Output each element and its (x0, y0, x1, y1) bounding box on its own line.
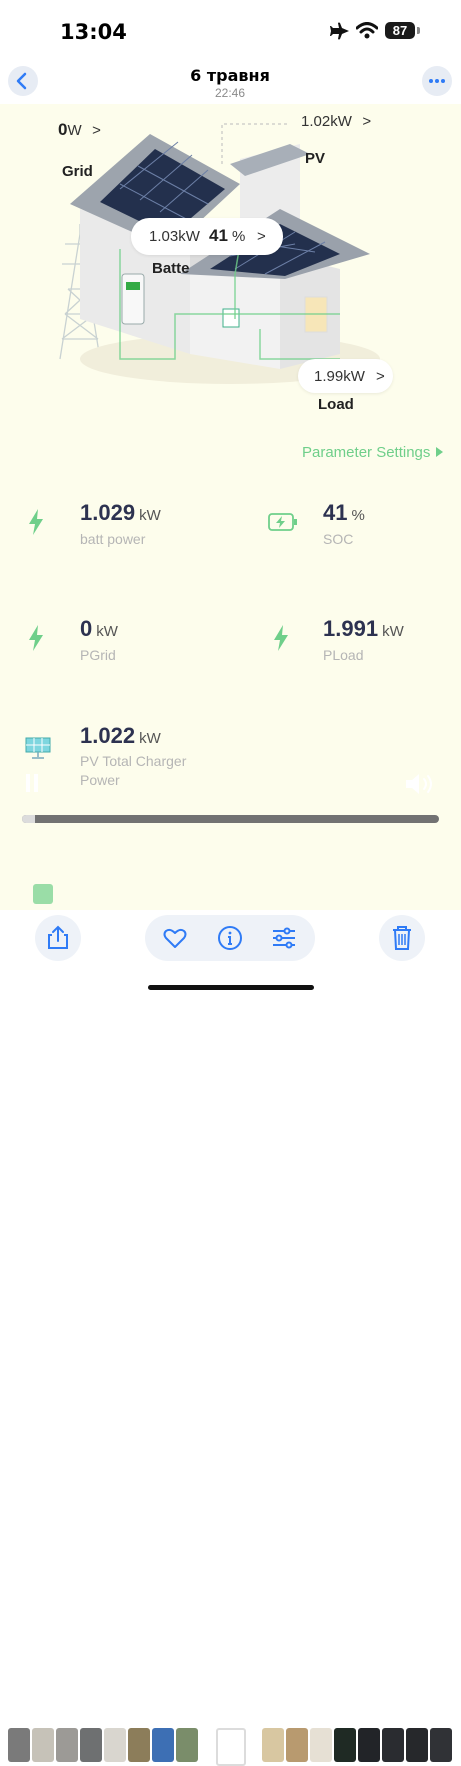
thumbnail[interactable] (56, 1728, 78, 1762)
thumbnail[interactable] (406, 1728, 428, 1762)
thumbnail-strip[interactable] (0, 864, 461, 1766)
load-chevron-icon: > (376, 368, 385, 385)
metric-label: batt power (80, 531, 146, 547)
info-icon[interactable] (217, 925, 243, 951)
lightning-icon (274, 625, 288, 651)
trash-icon (393, 926, 411, 950)
home-indicator (148, 985, 314, 990)
ellipsis-icon (429, 79, 445, 83)
battery-soc-unit: % (232, 228, 246, 245)
thumbnail[interactable] (286, 1728, 308, 1762)
thumbnail[interactable] (152, 1728, 174, 1762)
chevron-left-icon (16, 72, 27, 90)
metric-value: 1.991 (323, 616, 379, 641)
metric-value: 1.029 (80, 500, 136, 525)
thumbnail[interactable] (382, 1728, 404, 1762)
metric-pv-total-charger-power: 1.022 kW PV Total Charger Power (80, 723, 186, 788)
thumbnail[interactable] (358, 1728, 380, 1762)
metric-pload: 1.991 kW PLoad (323, 616, 404, 663)
thumbnail[interactable] (334, 1728, 356, 1762)
thumbnail-current[interactable] (216, 1728, 246, 1766)
metric-pgrid: 0 kW PGrid (80, 616, 118, 663)
adjust-sliders-icon[interactable] (271, 925, 297, 951)
thumbnail[interactable] (176, 1728, 198, 1762)
parameter-settings-label: Parameter Settings (302, 444, 431, 461)
metric-soc: 41% SOC (323, 500, 365, 547)
load-value: 1.99kW (314, 368, 365, 385)
metric-unit: kW (382, 623, 404, 640)
metric-label: PV Total Charger (80, 753, 187, 769)
grid-power-readout[interactable]: 0W > (58, 120, 101, 140)
metric-unit: kW (139, 507, 161, 524)
grid-chevron-icon: > (92, 122, 101, 139)
pause-icon (26, 774, 38, 792)
action-group (145, 915, 315, 961)
battery-cap (417, 27, 420, 34)
pv-value: 1.02kW (301, 113, 352, 130)
volume-button[interactable] (404, 772, 438, 796)
metric-unit: % (351, 507, 365, 524)
delete-button[interactable] (379, 915, 425, 961)
metric-label: PLoad (323, 647, 364, 663)
lightning-icon (29, 625, 43, 651)
back-button[interactable] (8, 66, 38, 96)
share-icon (48, 925, 68, 949)
metric-label: SOC (323, 531, 354, 547)
metric-value: 0 (80, 616, 93, 641)
airplane-mode-icon (330, 22, 349, 40)
battery-power-value: 1.03kW (149, 228, 200, 245)
battery-label: Batte (152, 260, 190, 277)
battery-chevron-icon: > (257, 228, 266, 245)
thumbnail[interactable] (8, 1728, 30, 1762)
solar-panel-icon (25, 737, 51, 759)
heart-icon[interactable] (162, 925, 188, 951)
grid-unit: W (67, 122, 82, 139)
wifi-icon (356, 22, 378, 39)
video-scrubber[interactable] (22, 815, 439, 823)
thumbnail[interactable] (262, 1728, 284, 1762)
battery-readout[interactable]: 1.03kW 41 % > (131, 218, 283, 255)
load-readout[interactable]: 1.99kW > (298, 359, 393, 393)
metric-value: 41 (323, 500, 348, 525)
battery-soc-value: 41 (209, 226, 228, 245)
lightning-icon (29, 509, 43, 535)
video-progress-fill (22, 815, 35, 823)
bottom-toolbar (0, 910, 461, 999)
pv-power-readout[interactable]: 1.02kW > (301, 113, 371, 131)
pause-button[interactable] (26, 774, 38, 792)
share-button[interactable] (35, 915, 81, 961)
status-bar: 13:04 87 (0, 0, 461, 60)
metric-value: 1.022 (80, 723, 136, 748)
parameter-settings-link[interactable]: Parameter Settings (302, 444, 444, 461)
metric-unit: kW (139, 730, 161, 747)
thumbnail[interactable] (32, 1728, 54, 1762)
thumbnail[interactable] (310, 1728, 332, 1762)
thumbnail[interactable] (104, 1728, 126, 1762)
battery-charging-icon (268, 513, 297, 531)
metric-label: PGrid (80, 647, 116, 663)
load-label: Load (318, 396, 354, 413)
nav-title: 6 травня (190, 66, 270, 85)
triangle-right-icon (435, 447, 443, 457)
thumbnail[interactable] (80, 1728, 102, 1762)
metric-batt-power: 1.029 kW batt power (80, 500, 161, 547)
pv-label: PV (305, 150, 326, 167)
battery-indicator: 87 (385, 22, 415, 39)
photo-viewer[interactable]: 0W > Grid 1.02kW > PV 1.03kW 41 % > Batt… (0, 104, 461, 910)
metric-label-line2: Power (80, 772, 120, 788)
nav-subtitle: 22:46 (214, 86, 246, 100)
speaker-volume-icon (406, 774, 432, 794)
more-button[interactable] (422, 66, 452, 96)
thumbnail[interactable] (128, 1728, 150, 1762)
thumbnail[interactable] (430, 1728, 452, 1762)
pv-chevron-icon: > (362, 113, 372, 130)
grid-label: Grid (62, 163, 93, 180)
metric-unit: kW (96, 623, 118, 640)
status-time: 13:04 (60, 20, 127, 44)
